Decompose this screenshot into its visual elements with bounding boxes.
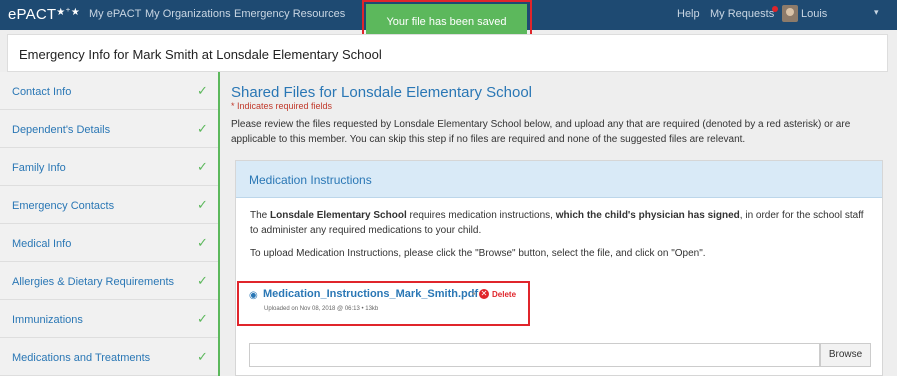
browse-button[interactable]: Browse — [820, 343, 871, 367]
check-icon: ✓ — [197, 83, 208, 98]
sidebar-item-medical-info[interactable]: Medical Info ✓ — [0, 224, 218, 262]
sidebar-item-immunizations[interactable]: Immunizations ✓ — [0, 300, 218, 338]
required-fields-note: * Indicates required fields — [231, 101, 333, 111]
separator: • — [472, 289, 476, 300]
check-icon: ✓ — [197, 235, 208, 250]
panel-description: The Lonsdale Elementary School requires … — [250, 208, 870, 238]
user-avatar[interactable] — [782, 5, 798, 22]
file-upload-input[interactable] — [249, 343, 820, 367]
delete-button[interactable]: Delete — [492, 290, 516, 299]
school-name: Lonsdale Elementary School — [270, 210, 407, 221]
nav-user-name[interactable]: Louis — [801, 8, 827, 20]
physician-signed-text: which the child's physician has signed — [555, 210, 740, 221]
section-title: Shared Files for Lonsdale Elementary Sch… — [231, 84, 532, 101]
nav-my-organizations[interactable]: My Organizations — [145, 8, 231, 20]
sidebar: Contact Info ✓ Dependent's Details ✓ Fam… — [0, 72, 220, 376]
delete-icon[interactable]: ✕ — [479, 289, 489, 299]
sidebar-item-medications[interactable]: Medications and Treatments ✓ — [0, 338, 218, 376]
upload-instructions: To upload Medication Instructions, pleas… — [250, 248, 706, 259]
nav-help[interactable]: Help — [677, 8, 700, 20]
sidebar-item-dependents-details[interactable]: Dependent's Details ✓ — [0, 110, 218, 148]
uploaded-file-link[interactable]: Medication_Instructions_Mark_Smith.pdf — [263, 288, 478, 300]
sidebar-item-label: Allergies & Dietary Requirements — [12, 276, 175, 288]
logo-text: ePACT — [8, 6, 57, 23]
eye-icon[interactable]: ◉ — [249, 290, 258, 301]
file-meta: Uploaded on Nov 08, 2018 @ 06:13 • 13kb — [264, 306, 379, 312]
notification-dot — [772, 6, 778, 12]
sidebar-item-emergency-contacts[interactable]: Emergency Contacts ✓ — [0, 186, 218, 224]
page-header: Emergency Info for Mark Smith at Lonsdal… — [7, 34, 888, 72]
sidebar-item-label: Contact Info — [12, 86, 72, 98]
nav-my-requests[interactable]: My Requests — [710, 8, 774, 20]
check-icon: ✓ — [197, 349, 208, 364]
desc-text: The — [250, 210, 271, 221]
check-icon: ✓ — [197, 273, 208, 288]
desc-text: requires medication instructions, — [406, 210, 556, 221]
panel-title: Medication Instructions — [249, 173, 372, 187]
panel-header: Medication Instructions — [236, 161, 882, 198]
check-icon: ✓ — [197, 197, 208, 212]
sidebar-item-label: Medications and Treatments — [12, 352, 151, 364]
sidebar-item-family-info[interactable]: Family Info ✓ — [0, 148, 218, 186]
nav-emergency-resources[interactable]: Emergency Resources — [234, 8, 345, 20]
sidebar-item-contact-info[interactable]: Contact Info ✓ — [0, 72, 218, 110]
epact-logo[interactable]: ePACT★⁺★ — [8, 6, 80, 23]
medication-instructions-panel: Medication Instructions The Lonsdale Ele… — [235, 160, 883, 376]
intro-text: Please review the files requested by Lon… — [231, 119, 851, 145]
check-icon: ✓ — [197, 159, 208, 174]
sidebar-item-label: Immunizations — [12, 314, 83, 326]
sidebar-item-label: Family Info — [12, 162, 66, 174]
nav-my-epact[interactable]: My ePACT — [89, 8, 141, 20]
sidebar-item-allergies[interactable]: Allergies & Dietary Requirements ✓ — [0, 262, 218, 300]
check-icon: ✓ — [197, 311, 208, 326]
check-icon: ✓ — [197, 121, 208, 136]
sidebar-item-label: Emergency Contacts — [12, 200, 115, 212]
logo-stars: ★⁺★ — [56, 7, 81, 18]
sidebar-item-label: Dependent's Details — [12, 124, 111, 136]
page-title: Emergency Info for Mark Smith at Lonsdal… — [19, 47, 382, 62]
chevron-down-icon[interactable]: ▾ — [874, 7, 879, 18]
sidebar-item-label: Medical Info — [12, 238, 72, 250]
